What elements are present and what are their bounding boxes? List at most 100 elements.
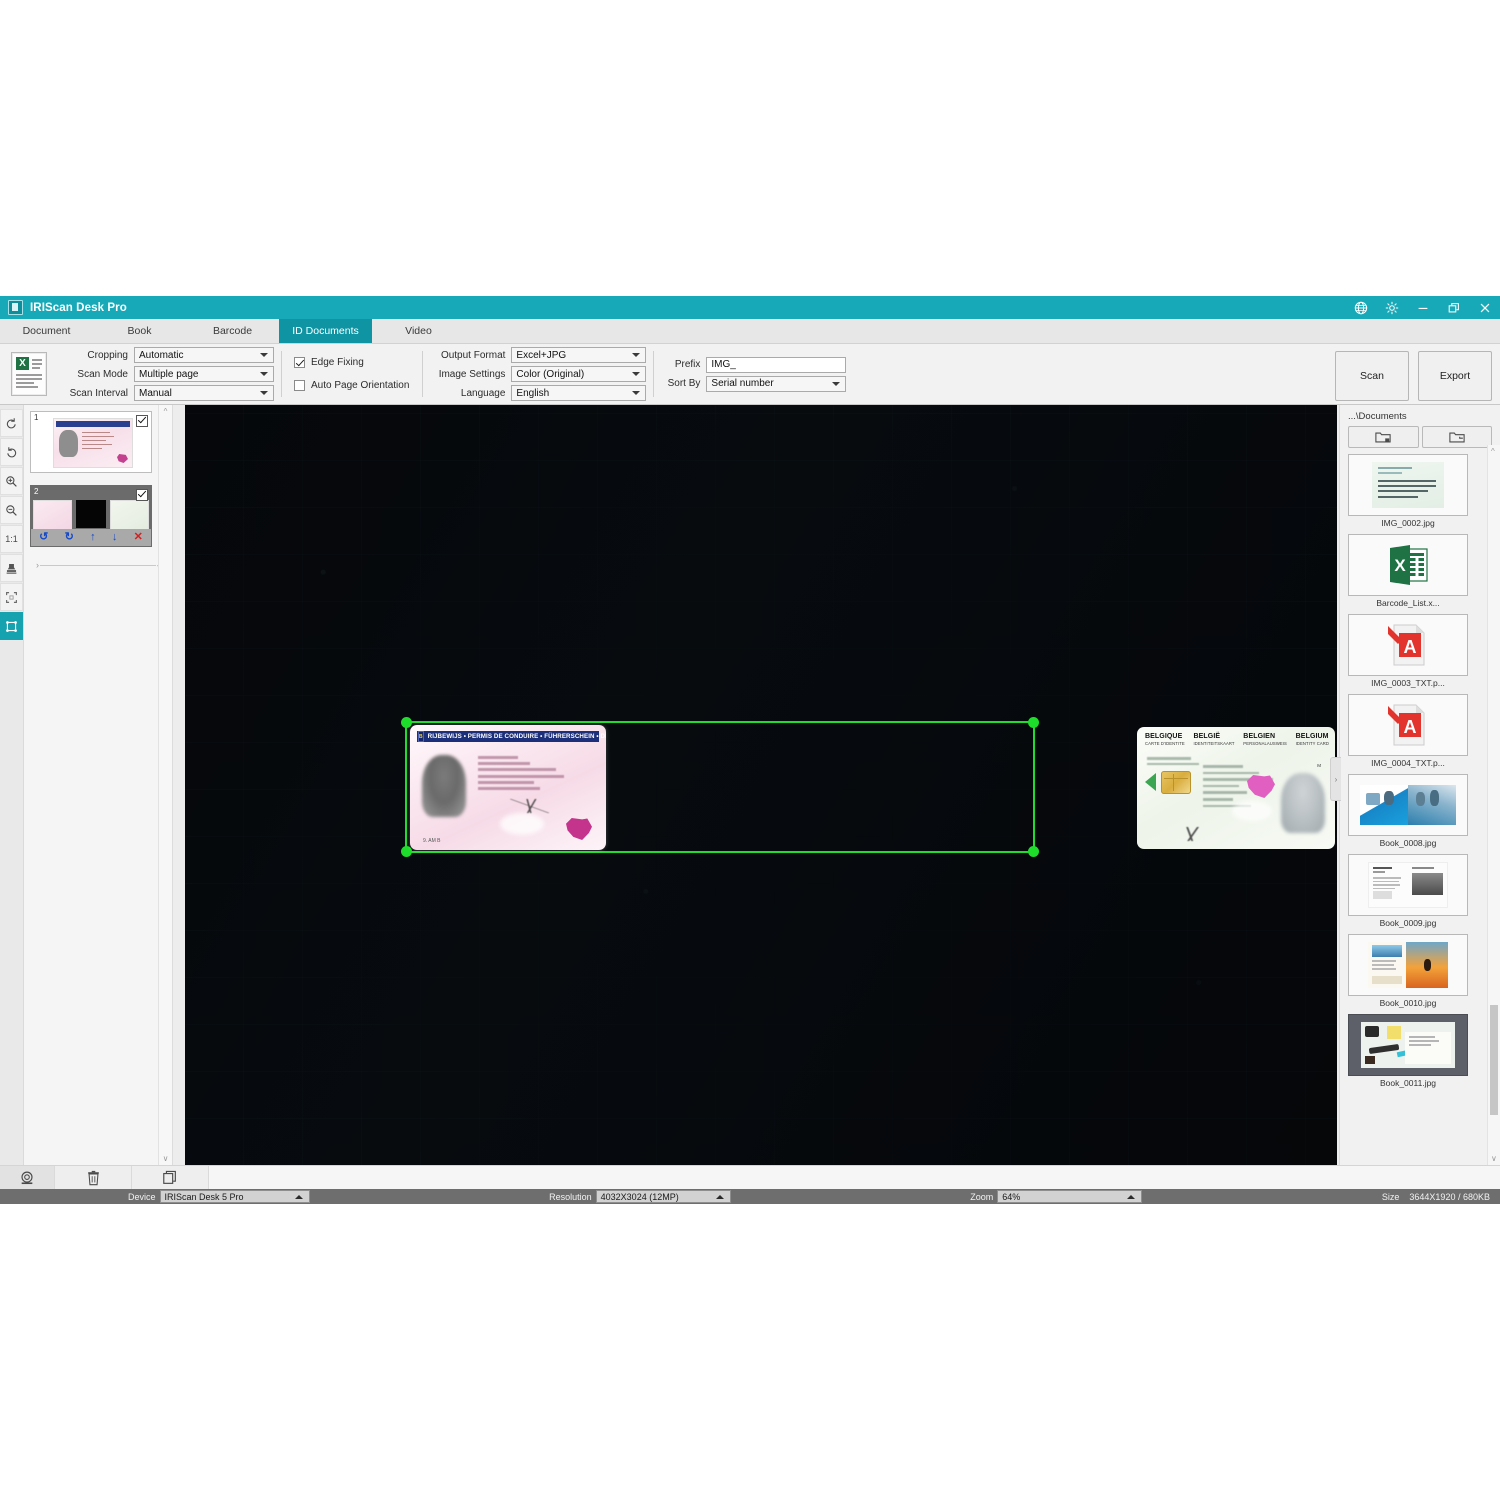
crop-handle-bottom-right[interactable]	[1028, 846, 1039, 857]
language-row: Language English	[431, 385, 647, 401]
tab-book[interactable]: Book	[93, 319, 186, 343]
edge-fixing-checkbox[interactable]	[294, 357, 305, 368]
stamp-icon[interactable]	[0, 554, 23, 582]
delete-icon[interactable]	[55, 1166, 132, 1189]
list-item[interactable]: A IMG_0004_TXT.p...	[1348, 694, 1486, 768]
excel-document-icon: X	[11, 352, 47, 396]
svg-text:A: A	[1404, 717, 1417, 737]
scroll-down-icon[interactable]: ∨	[163, 1152, 169, 1165]
zoom-in-icon[interactable]	[0, 467, 23, 495]
zoom-select[interactable]: 64%	[997, 1190, 1143, 1203]
image-settings-select[interactable]: Color (Original)	[511, 366, 647, 382]
thumbnail-preview-image	[53, 418, 133, 468]
resolution-select[interactable]: 4032X3024 (12MP)	[595, 1190, 731, 1203]
scan-mode-select[interactable]: Multiple page	[134, 366, 274, 382]
open-folder-icon[interactable]	[1348, 426, 1419, 448]
edge-fixing-row[interactable]: Edge Fixing	[294, 353, 409, 373]
list-item[interactable]: X Barcode_List.x...	[1348, 534, 1486, 608]
list-item[interactable]: Book_0011.jpg	[1348, 1014, 1486, 1088]
page-thumbnail-panel: 1 2 ↺ ↻ ↑ ↓ ✕ › ^ ∨	[24, 405, 173, 1165]
scrollbar-thumb[interactable]	[1490, 1005, 1498, 1115]
actual-size-icon[interactable]: 1:1	[0, 525, 23, 553]
sort-by-label: Sort By	[667, 378, 701, 389]
scan-mode-value: Multiple page	[139, 368, 199, 380]
thumb-move-down-icon[interactable]: ↓	[112, 532, 118, 543]
file-name: IMG_0004_TXT.p...	[1371, 758, 1445, 768]
rotate-right-icon[interactable]	[0, 438, 23, 466]
cropping-value: Automatic	[139, 349, 184, 361]
language-value: English	[516, 387, 550, 399]
export-button[interactable]: Export	[1418, 351, 1492, 401]
language-globe-icon[interactable]	[1345, 296, 1376, 319]
page-options-group: Edge Fixing Auto Page Orientation	[282, 344, 424, 404]
file-thumbnail: X	[1348, 534, 1468, 596]
thumbnail-divider: › ‹	[36, 559, 160, 571]
duplicate-icon[interactable]	[132, 1166, 209, 1189]
id-title-fr: BELGIQUE	[1145, 733, 1183, 740]
tab-id-documents[interactable]: ID Documents	[279, 319, 372, 343]
browse-folder-icon[interactable]	[1421, 426, 1492, 448]
crop-selection-icon[interactable]	[0, 612, 23, 640]
thumbnail-scrollbar[interactable]: ^ ∨	[158, 405, 172, 1165]
scroll-down-icon[interactable]: ∨	[1491, 1154, 1497, 1163]
file-thumbnail	[1348, 854, 1468, 916]
status-bar: Device IRIScan Desk 5 Pro Resolution 403…	[0, 1189, 1500, 1204]
mode-icon-container: X	[0, 344, 58, 404]
identity-card-signature	[1161, 827, 1221, 841]
tab-video[interactable]: Video	[372, 319, 465, 343]
eu-emblem-icon: B	[418, 731, 424, 742]
tab-document[interactable]: Document	[0, 319, 93, 343]
list-item[interactable]: Book_0010.jpg	[1348, 934, 1486, 1008]
close-button[interactable]	[1469, 296, 1500, 319]
zoom-out-icon[interactable]	[0, 496, 23, 524]
language-select[interactable]: English	[511, 385, 647, 401]
rotate-left-icon[interactable]	[0, 409, 23, 437]
scan-button[interactable]: Scan	[1335, 351, 1409, 401]
driving-licence-photo	[422, 755, 466, 817]
prefix-label: Prefix	[674, 359, 701, 370]
auto-page-orientation-checkbox[interactable]	[294, 380, 305, 391]
id-subtitle-nl: IDENTITEITSKAART	[1193, 741, 1235, 746]
panel-collapse-handle[interactable]: ›	[1330, 757, 1341, 801]
thumbnail-checkbox[interactable]	[136, 489, 148, 501]
camera-capture-icon[interactable]	[0, 1166, 55, 1189]
list-item[interactable]: Book_0008.jpg	[1348, 774, 1486, 848]
output-format-select[interactable]: Excel+JPG	[511, 347, 647, 363]
driving-licence-hologram	[500, 813, 544, 835]
list-item[interactable]: Book_0009.jpg	[1348, 854, 1486, 928]
file-name: IMG_0003_TXT.p...	[1371, 678, 1445, 688]
scan-interval-select[interactable]: Manual	[134, 385, 274, 401]
device-select[interactable]: IRIScan Desk 5 Pro	[159, 1190, 310, 1203]
restore-button[interactable]	[1438, 296, 1469, 319]
minimize-button[interactable]	[1407, 296, 1438, 319]
thumb-move-up-icon[interactable]: ↑	[90, 532, 96, 543]
fit-page-icon[interactable]	[0, 583, 23, 611]
thumbnail-page-2[interactable]: 2 ↺ ↻ ↑ ↓ ✕	[30, 485, 152, 547]
scan-interval-value: Manual	[139, 387, 172, 399]
scroll-up-icon[interactable]: ^	[1491, 447, 1495, 456]
crop-handle-bottom-left[interactable]	[401, 846, 412, 857]
file-list-scrollbar[interactable]: ^ ∨	[1487, 445, 1500, 1165]
thumbnail-checkbox[interactable]	[136, 415, 148, 427]
auto-page-orientation-row[interactable]: Auto Page Orientation	[294, 376, 409, 396]
thumbnail-page-1[interactable]: 1	[30, 411, 152, 473]
thumb-rotate-right-icon[interactable]: ↻	[65, 532, 74, 543]
cropping-select[interactable]: Automatic	[134, 347, 274, 363]
sort-by-select[interactable]: Serial number	[706, 375, 847, 392]
list-item[interactable]: A IMG_0003_TXT.p...	[1348, 614, 1486, 688]
tab-barcode[interactable]: Barcode	[186, 319, 279, 343]
chevron-down-icon	[260, 391, 268, 395]
prefix-input[interactable]: IMG_	[706, 356, 847, 373]
settings-gear-icon[interactable]	[1376, 296, 1407, 319]
file-thumbnail	[1348, 774, 1468, 836]
id-title-de: BELGIEN	[1243, 733, 1276, 740]
image-settings-row: Image Settings Color (Original)	[431, 366, 647, 382]
scroll-up-icon[interactable]: ^	[164, 405, 168, 418]
thumb-delete-icon[interactable]: ✕	[134, 532, 143, 543]
live-camera-canvas[interactable]: B RIJBEWIJS • PERMIS DE CONDUIRE • FÜHRE…	[185, 405, 1337, 1165]
list-item[interactable]: IMG_0002.jpg	[1348, 454, 1486, 528]
crop-handle-top-right[interactable]	[1028, 717, 1039, 728]
crop-handle-top-left[interactable]	[401, 717, 412, 728]
thumb-rotate-left-icon[interactable]: ↺	[39, 532, 48, 543]
chevron-down-icon	[260, 353, 268, 357]
